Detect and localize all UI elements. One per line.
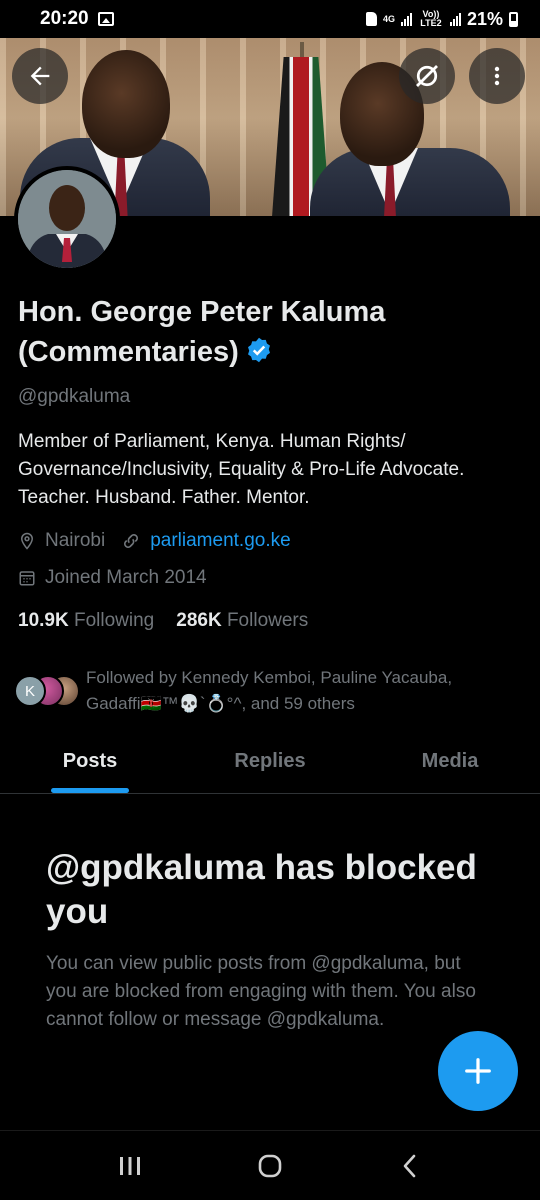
profile-name: Hon. George Peter Kaluma (Commentaries) xyxy=(18,292,498,372)
system-nav-bar xyxy=(0,1130,540,1200)
followers-label: Followers xyxy=(226,610,309,631)
followed-by-text: Followed by Kennedy Kemboi, Pauline Yaca… xyxy=(86,668,453,713)
blocked-title: @gpdkaluma has blocked you xyxy=(46,848,477,931)
signal-icon xyxy=(400,12,412,26)
profile-meta-row: Nairobi parliament.go.ke xyxy=(18,530,291,552)
profile-joined-row: Joined March 2014 xyxy=(18,567,207,589)
profile-bio: Member of Parliament, Kenya. Human Right… xyxy=(18,431,465,508)
tab-media[interactable]: Media xyxy=(360,730,540,793)
compose-button[interactable] xyxy=(438,1031,518,1111)
follow-counts: 10.9K Following 286K Followers xyxy=(18,610,308,632)
gallery-icon xyxy=(97,12,114,26)
profile-tabs: Posts Replies Media xyxy=(0,730,540,794)
more-options-button[interactable] xyxy=(469,48,525,104)
profile-handle: @gpdkaluma xyxy=(18,386,131,407)
status-bar: 20:20 4G Vo)) LTE2 21% xyxy=(0,0,540,38)
back-button[interactable] xyxy=(12,48,68,104)
avatar-image xyxy=(18,170,116,268)
grok-icon xyxy=(416,65,438,87)
followers-count-link[interactable]: 286K Followers xyxy=(176,610,308,632)
blocked-description: You can view public posts from @gpdkalum… xyxy=(46,953,476,1030)
tab-replies[interactable]: Replies xyxy=(180,730,360,793)
more-vertical-icon xyxy=(494,66,500,86)
profile-name-text: Hon. George Peter Kaluma (Commentaries) xyxy=(18,296,386,368)
followed-by-row[interactable]: K Followed by Kennedy Kemboi, Pauline Ya… xyxy=(14,665,506,717)
chevron-left-icon xyxy=(403,1154,416,1177)
following-count-link[interactable]: 10.9K Following xyxy=(18,610,154,632)
calendar-icon xyxy=(18,569,36,587)
link-icon xyxy=(121,531,141,551)
signal-icon-2 xyxy=(449,12,461,26)
location-icon xyxy=(18,531,36,551)
follower-avatar-k: K xyxy=(14,675,46,707)
plus-icon xyxy=(465,1058,491,1084)
battery-percent: 21% xyxy=(466,8,503,29)
followers-count: 286K xyxy=(176,610,222,631)
profile-avatar[interactable] xyxy=(14,166,120,272)
home-button[interactable] xyxy=(240,1141,300,1191)
sim-icon xyxy=(365,12,377,26)
battery-icon xyxy=(509,11,518,27)
status-indicators: 4G Vo)) LTE2 21% xyxy=(365,8,518,30)
profile-location: Nairobi xyxy=(45,530,106,551)
grok-button[interactable] xyxy=(399,48,455,104)
followed-by-avatars: K xyxy=(14,675,80,707)
recent-apps-button[interactable] xyxy=(100,1141,160,1191)
following-label: Following xyxy=(73,610,155,631)
home-icon xyxy=(258,1154,282,1177)
network-type: 4G xyxy=(382,13,395,24)
following-count: 10.9K xyxy=(18,610,69,631)
profile-website-link[interactable]: parliament.go.ke xyxy=(150,530,290,552)
status-time: 20:20 xyxy=(40,8,89,29)
back-nav-button[interactable] xyxy=(380,1141,440,1191)
profile-joined: Joined March 2014 xyxy=(45,567,207,588)
arrow-left-icon xyxy=(30,66,50,86)
volte-label: Vo)) LTE2 xyxy=(420,9,442,28)
recent-apps-icon xyxy=(120,1156,140,1175)
verified-badge-icon xyxy=(247,337,270,363)
tab-posts[interactable]: Posts xyxy=(0,730,180,793)
